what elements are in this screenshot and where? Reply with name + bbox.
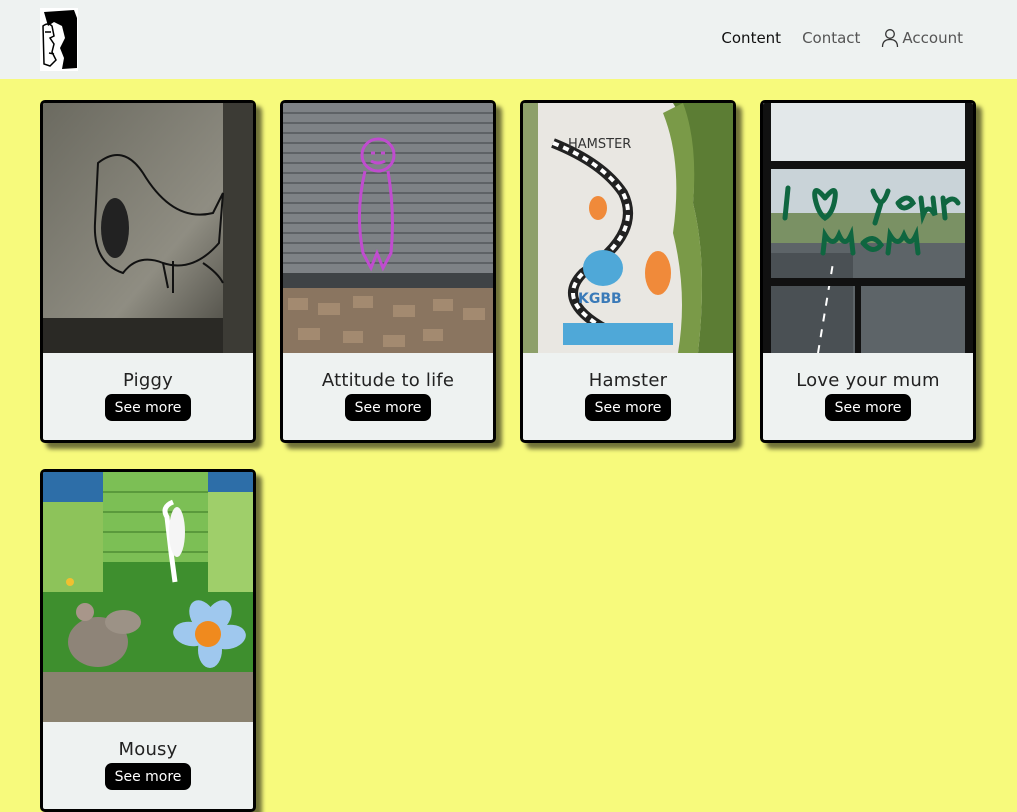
card-title: Piggy: [123, 370, 173, 391]
see-more-button[interactable]: See more: [344, 394, 432, 421]
nav-account-link[interactable]: Account: [881, 28, 963, 48]
nav-contact-link[interactable]: Contact: [802, 29, 860, 47]
card-love-your-mum: Love your mum See more: [760, 100, 976, 443]
card-body: Piggy See more: [43, 353, 253, 440]
see-more-button[interactable]: See more: [104, 763, 192, 790]
card-piggy: Piggy See more: [40, 100, 256, 443]
card-image[interactable]: [43, 103, 253, 353]
card-title: Mousy: [118, 739, 178, 760]
card-title: Attitude to life: [321, 370, 455, 391]
see-more-button[interactable]: See more: [584, 394, 672, 421]
nav-content-link[interactable]: Content: [721, 29, 781, 47]
card-image[interactable]: [763, 103, 973, 353]
face-logo-icon: [40, 8, 78, 71]
card-attitude-to-life: Attitude to life See more: [280, 100, 496, 443]
card-title: Hamster: [588, 370, 668, 391]
brand-logo[interactable]: [40, 8, 78, 71]
user-icon: [882, 29, 899, 48]
card-title: Love your mum: [796, 370, 940, 391]
svg-text:HAMSTER: HAMSTER: [568, 137, 631, 152]
card-mousy: Mousy See more: [40, 469, 256, 812]
card-body: Attitude to life See more: [283, 353, 493, 440]
see-more-button[interactable]: See more: [104, 394, 192, 421]
card-image[interactable]: HAMSTER KGBB: [523, 103, 733, 353]
card-image[interactable]: [283, 103, 493, 353]
card-image[interactable]: [43, 472, 253, 722]
nav-links: Content Contact Account: [721, 28, 963, 48]
card-hamster: HAMSTER KGBB Hamster See more: [520, 100, 736, 443]
navbar: Content Contact Account: [0, 0, 1017, 79]
card-body: Love your mum See more: [763, 353, 973, 440]
card-body: Hamster See more: [523, 353, 733, 440]
card-body: Mousy See more: [43, 722, 253, 809]
svg-text:KGBB: KGBB: [578, 291, 622, 307]
content-grid: Piggy See more Attitude to life See more…: [40, 100, 976, 812]
account-label: Account: [902, 29, 963, 47]
see-more-button[interactable]: See more: [824, 394, 912, 421]
